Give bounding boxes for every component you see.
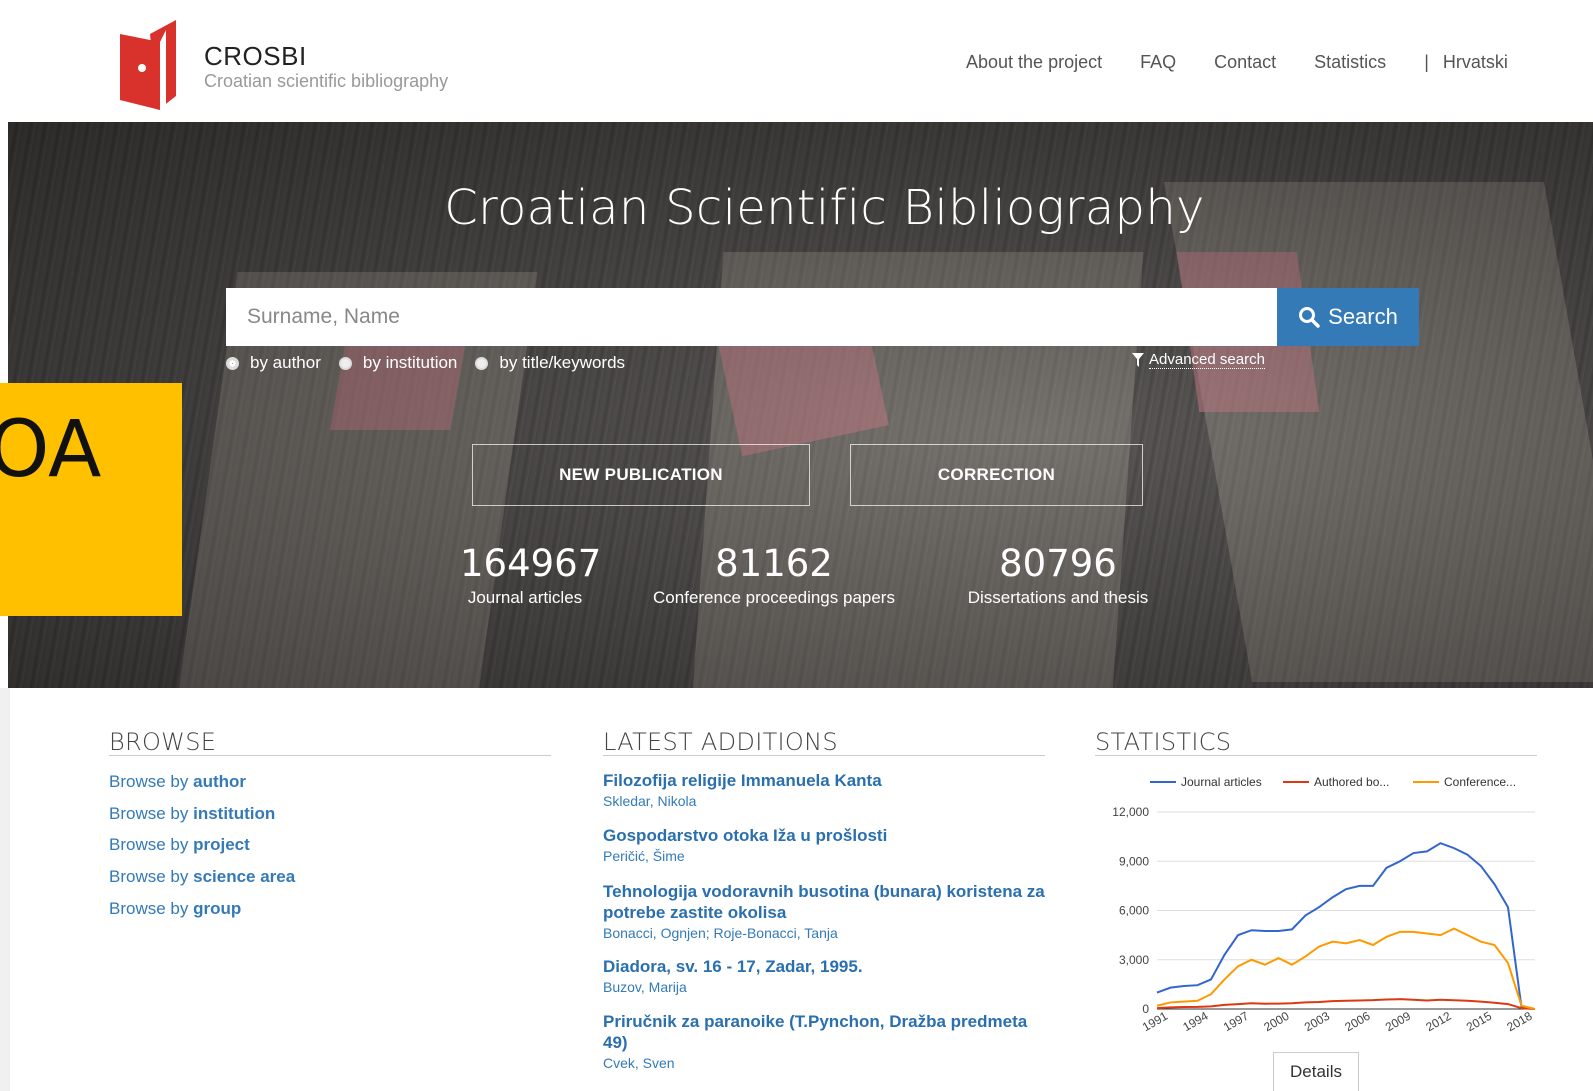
main-nav: About the project FAQ Contact Statistics… xyxy=(966,52,1508,73)
chart-y-tick-label: 3,000 xyxy=(1119,953,1149,967)
radio-by-institution[interactable]: by institution xyxy=(338,353,458,373)
browse-target: science area xyxy=(193,867,296,886)
browse-rule xyxy=(109,755,551,756)
stat-value: 164967 xyxy=(460,542,602,585)
chart-x-tick-label: 2009 xyxy=(1383,1009,1413,1035)
crosbi-logo-icon[interactable] xyxy=(120,20,178,112)
latest-item-title[interactable]: Tehnologija vodoravnih busotina (bunara)… xyxy=(603,881,1053,923)
brand-subtitle: Croatian scientific bibliography xyxy=(204,71,449,91)
details-button[interactable]: Details xyxy=(1273,1052,1359,1091)
browse-target: author xyxy=(193,772,246,791)
correction-button[interactable]: CORRECTION xyxy=(850,444,1143,506)
chart-series-line xyxy=(1156,927,1536,1010)
chart-y-tick-label: 0 xyxy=(1142,1002,1149,1016)
latest-item-author[interactable]: Peričić, Šime xyxy=(603,848,685,864)
latest-item-author[interactable]: Skledar, Nikola xyxy=(603,793,696,809)
latest-item-author[interactable]: Buzov, Marija xyxy=(603,979,687,995)
radio-checked-icon xyxy=(226,356,239,370)
stat-label: Journal articles xyxy=(467,588,583,607)
browse-prefix: Browse by xyxy=(109,867,189,886)
browse-by-author[interactable]: Browse by author xyxy=(109,772,246,792)
browse-prefix: Browse by xyxy=(109,804,189,823)
chart-x-tick-label: 2003 xyxy=(1302,1009,1332,1035)
radio-label: by institution xyxy=(362,353,458,372)
search-button[interactable]: Search xyxy=(1277,288,1419,346)
browse-by-group[interactable]: Browse by group xyxy=(109,899,241,919)
chart-x-tick-label: 2012 xyxy=(1423,1009,1453,1035)
new-publication-button[interactable]: NEW PUBLICATION xyxy=(472,444,810,506)
brand[interactable]: CROSBI Croatian scientific bibliography xyxy=(204,42,448,92)
radio-by-author[interactable]: by author xyxy=(226,353,321,373)
chart-series-line xyxy=(1156,998,1536,1010)
radio-unchecked-icon xyxy=(338,356,352,370)
oa-overlay-text: OA xyxy=(0,405,102,495)
browse-prefix: Browse by xyxy=(109,899,189,918)
browse-target: project xyxy=(193,835,250,854)
nav-about[interactable]: About the project xyxy=(966,52,1102,73)
latest-rule xyxy=(603,755,1045,756)
radio-by-title-keywords[interactable]: by title/keywords xyxy=(475,353,625,373)
filter-icon xyxy=(1132,353,1144,367)
statistics-rule xyxy=(1095,755,1537,756)
chart-x-tick-label: 2018 xyxy=(1504,1009,1534,1035)
site-header: CROSBI Croatian scientific bibliography … xyxy=(0,0,1593,122)
search-icon xyxy=(1299,307,1320,328)
brand-name: CROSBI xyxy=(204,41,307,71)
radio-unchecked-icon xyxy=(475,356,489,370)
browse-by-institution[interactable]: Browse by institution xyxy=(109,804,275,824)
browse-by-project[interactable]: Browse by project xyxy=(109,835,250,855)
left-edge-strip xyxy=(0,688,10,1091)
browse-heading: BROWSE xyxy=(109,728,217,756)
statistics-heading: STATISTICS xyxy=(1095,728,1232,756)
hero-title: Croatian Scientific Bibliography xyxy=(444,180,1205,236)
nav-contact[interactable]: Contact xyxy=(1214,52,1276,73)
chart-y-tick-label: 12,000 xyxy=(1112,805,1149,819)
oa-overlay-badge: OA xyxy=(0,383,182,616)
chart-y-tick-label: 6,000 xyxy=(1119,904,1149,918)
chart-legend-label: Authored bo... xyxy=(1314,775,1389,789)
browse-target: institution xyxy=(193,804,276,823)
radio-label: by title/keywords xyxy=(499,353,626,372)
stat-value: 81162 xyxy=(715,542,833,585)
nav-faq[interactable]: FAQ xyxy=(1140,52,1176,73)
chart-x-tick-label: 2015 xyxy=(1464,1009,1494,1035)
chart-x-tick-label: 1997 xyxy=(1221,1009,1251,1035)
browse-by-science-area[interactable]: Browse by science area xyxy=(109,867,295,887)
latest-item-title[interactable]: Diadora, sv. 16 - 17, Zadar, 1995. xyxy=(603,956,1053,977)
chart-legend-label: Journal articles xyxy=(1181,775,1262,789)
statistics-chart: 03,0006,0009,00012,0001991 1994 1997 2000 20… xyxy=(1112,775,1536,1035)
nav-language-hrvatski[interactable]: Hrvatski xyxy=(1443,52,1508,73)
browse-prefix: Browse by xyxy=(109,835,189,854)
chart-y-tick-label: 9,000 xyxy=(1119,854,1149,868)
chart-x-tick-label: 2006 xyxy=(1342,1009,1372,1035)
latest-item-title[interactable]: Priručnik za paranoike (T.Pynchon, Dražb… xyxy=(603,1011,1053,1053)
nav-separator: | xyxy=(1424,52,1429,72)
browse-target: group xyxy=(193,899,242,918)
stat-conference-papers: 81162 Conference proceedings papers xyxy=(648,542,900,610)
browse-prefix: Browse by xyxy=(109,772,189,791)
hero-section: Croatian Scientific Bibliography Surname… xyxy=(8,122,1593,688)
advanced-search-label: Advanced search xyxy=(1149,351,1265,369)
chart-series-line xyxy=(1156,842,1536,1010)
search-mode-radios: by author by institution by title/keywor… xyxy=(226,353,643,373)
advanced-search-link[interactable]: Advanced search xyxy=(1132,351,1265,369)
search-input[interactable]: Surname, Name xyxy=(226,288,1277,346)
latest-item-title[interactable]: Gospodarstvo otoka Iža u prošlosti xyxy=(603,825,1053,846)
latest-item-title[interactable]: Filozofija religije Immanuela Kanta xyxy=(603,770,1053,791)
stat-dissertations: 80796 Dissertations and thesis xyxy=(962,542,1154,610)
latest-item-author[interactable]: Cvek, Sven xyxy=(603,1055,675,1071)
stat-label: Dissertations and thesis xyxy=(967,588,1149,607)
nav-statistics[interactable]: Statistics xyxy=(1314,52,1386,73)
stat-value: 80796 xyxy=(999,542,1117,585)
chart-x-tick-label: 2000 xyxy=(1261,1009,1291,1035)
chart-x-tick-label: 1994 xyxy=(1180,1009,1210,1035)
stat-label: Conference proceedings papers xyxy=(653,588,895,607)
latest-item-author[interactable]: Bonacci, Ognjen; Roje-Bonacci, Tanja xyxy=(603,925,838,941)
stat-journal-articles: 164967 Journal articles xyxy=(460,542,602,610)
chart-legend-label: Conference... xyxy=(1444,775,1516,789)
latest-heading: LATEST ADDITIONS xyxy=(603,728,838,756)
radio-label: by author xyxy=(250,353,321,372)
search-button-label: Search xyxy=(1328,304,1398,329)
